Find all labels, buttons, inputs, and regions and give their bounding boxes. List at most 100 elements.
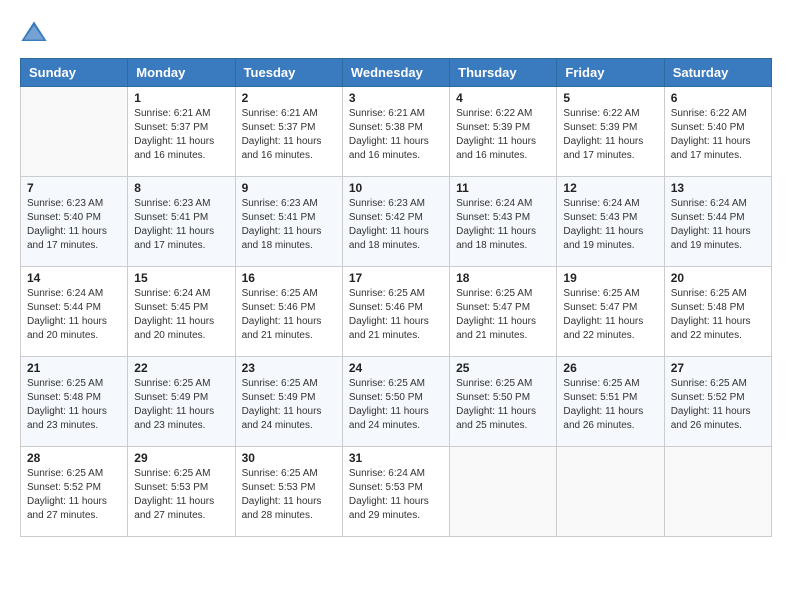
day-number: 9 <box>242 181 336 195</box>
day-info: Sunrise: 6:23 AMSunset: 5:41 PMDaylight:… <box>134 197 228 253</box>
calendar-cell: 31 Sunrise: 6:24 AMSunset: 5:53 PMDayligh… <box>342 447 449 537</box>
calendar-table: SundayMondayTuesdayWednesdayThursdayFrid… <box>20 58 772 537</box>
calendar-cell: 11Sunrise: 6:24 AMSunset: 5:43 PMDayligh… <box>450 177 557 267</box>
day-number: 13 <box>671 181 765 195</box>
calendar-cell: 6 Sunrise: 6:22 AMSunset: 5:40 PMDaylight… <box>664 87 771 177</box>
calendar-cell: 16Sunrise: 6:25 AMSunset: 5:46 PMDayligh… <box>235 267 342 357</box>
logo-icon <box>20 20 48 48</box>
day-number: 21 <box>27 361 121 375</box>
day-number: 24 <box>349 361 443 375</box>
calendar-week-row: 1 Sunrise: 6:21 AMSunset: 5:37 PMDaylight… <box>21 87 772 177</box>
day-info: Sunrise: 6:21 AMSunset: 5:37 PMDaylight:… <box>134 107 228 163</box>
weekday-header-tuesday: Tuesday <box>235 59 342 87</box>
day-number: 3 <box>349 91 443 105</box>
day-number: 19 <box>563 271 657 285</box>
calendar-cell: 22 Sunrise: 6:25 AMSunset: 5:49 PMDayligh… <box>128 357 235 447</box>
calendar-cell <box>21 87 128 177</box>
day-info: Sunrise: 6:23 AMSunset: 5:41 PMDaylight:… <box>242 197 336 253</box>
day-info: Sunrise: 6:24 AMSunset: 5:44 PMDaylight:… <box>27 287 121 343</box>
day-info: Sunrise: 6:22 AMSunset: 5:39 PMDaylight:… <box>456 107 550 163</box>
day-number: 31 <box>349 451 443 465</box>
day-info: Sunrise: 6:25 AMSunset: 5:53 PMDaylight:… <box>134 467 228 523</box>
day-info: Sunrise: 6:25 AMSunset: 5:52 PMDaylight:… <box>27 467 121 523</box>
day-number: 20 <box>671 271 765 285</box>
calendar-week-row: 7Sunrise: 6:23 AMSunset: 5:40 PMDaylight… <box>21 177 772 267</box>
day-number: 30 <box>242 451 336 465</box>
day-number: 17 <box>349 271 443 285</box>
calendar-cell: 27Sunrise: 6:25 AMSunset: 5:52 PMDayligh… <box>664 357 771 447</box>
day-number: 27 <box>671 361 765 375</box>
calendar-cell <box>664 447 771 537</box>
day-info: Sunrise: 6:24 AMSunset: 5:43 PMDaylight:… <box>563 197 657 253</box>
day-info: Sunrise: 6:22 AMSunset: 5:39 PMDaylight:… <box>563 107 657 163</box>
day-info: Sunrise: 6:25 AMSunset: 5:49 PMDaylight:… <box>242 377 336 433</box>
day-number: 26 <box>563 361 657 375</box>
day-number: 8 <box>134 181 228 195</box>
day-number: 2 <box>242 91 336 105</box>
day-number: 11 <box>456 181 550 195</box>
day-info: Sunrise: 6:21 AMSunset: 5:38 PMDaylight:… <box>349 107 443 163</box>
calendar-week-row: 21 Sunrise: 6:25 AMSunset: 5:48 PMDayligh… <box>21 357 772 447</box>
calendar-cell: 3 Sunrise: 6:21 AMSunset: 5:38 PMDaylight… <box>342 87 449 177</box>
calendar-cell: 14 Sunrise: 6:24 AMSunset: 5:44 PMDayligh… <box>21 267 128 357</box>
day-number: 29 <box>134 451 228 465</box>
day-number: 23 <box>242 361 336 375</box>
weekday-header-friday: Friday <box>557 59 664 87</box>
day-info: Sunrise: 6:25 AMSunset: 5:49 PMDaylight:… <box>134 377 228 433</box>
day-info: Sunrise: 6:23 AMSunset: 5:40 PMDaylight:… <box>27 197 121 253</box>
day-info: Sunrise: 6:24 AMSunset: 5:53 PMDaylight:… <box>349 467 443 523</box>
calendar-cell: 5 Sunrise: 6:22 AMSunset: 5:39 PMDaylight… <box>557 87 664 177</box>
day-number: 16 <box>242 271 336 285</box>
calendar-cell: 10 Sunrise: 6:23 AMSunset: 5:42 PMDayligh… <box>342 177 449 267</box>
calendar-cell: 12 Sunrise: 6:24 AMSunset: 5:43 PMDayligh… <box>557 177 664 267</box>
calendar-cell: 4Sunrise: 6:22 AMSunset: 5:39 PMDaylight… <box>450 87 557 177</box>
day-number: 10 <box>349 181 443 195</box>
calendar-cell: 13 Sunrise: 6:24 AMSunset: 5:44 PMDayligh… <box>664 177 771 267</box>
weekday-header-sunday: Sunday <box>21 59 128 87</box>
day-number: 25 <box>456 361 550 375</box>
calendar-cell <box>450 447 557 537</box>
calendar-cell: 18Sunrise: 6:25 AMSunset: 5:47 PMDayligh… <box>450 267 557 357</box>
calendar-cell <box>557 447 664 537</box>
calendar-week-row: 28 Sunrise: 6:25 AMSunset: 5:52 PMDayligh… <box>21 447 772 537</box>
day-info: Sunrise: 6:24 AMSunset: 5:44 PMDaylight:… <box>671 197 765 253</box>
calendar-cell: 7Sunrise: 6:23 AMSunset: 5:40 PMDaylight… <box>21 177 128 267</box>
calendar-cell: 1 Sunrise: 6:21 AMSunset: 5:37 PMDaylight… <box>128 87 235 177</box>
day-number: 22 <box>134 361 228 375</box>
calendar-cell: 2 Sunrise: 6:21 AMSunset: 5:37 PMDaylight… <box>235 87 342 177</box>
day-info: Sunrise: 6:25 AMSunset: 5:46 PMDaylight:… <box>349 287 443 343</box>
day-number: 6 <box>671 91 765 105</box>
day-info: Sunrise: 6:25 AMSunset: 5:50 PMDaylight:… <box>349 377 443 433</box>
day-number: 12 <box>563 181 657 195</box>
calendar-cell: 9 Sunrise: 6:23 AMSunset: 5:41 PMDaylight… <box>235 177 342 267</box>
day-info: Sunrise: 6:23 AMSunset: 5:42 PMDaylight:… <box>349 197 443 253</box>
calendar-cell: 17 Sunrise: 6:25 AMSunset: 5:46 PMDayligh… <box>342 267 449 357</box>
weekday-header-saturday: Saturday <box>664 59 771 87</box>
day-number: 28 <box>27 451 121 465</box>
calendar-cell: 20Sunrise: 6:25 AMSunset: 5:48 PMDayligh… <box>664 267 771 357</box>
day-number: 1 <box>134 91 228 105</box>
day-info: Sunrise: 6:25 AMSunset: 5:50 PMDaylight:… <box>456 377 550 433</box>
day-info: Sunrise: 6:25 AMSunset: 5:48 PMDaylight:… <box>27 377 121 433</box>
weekday-header-thursday: Thursday <box>450 59 557 87</box>
calendar-week-row: 14 Sunrise: 6:24 AMSunset: 5:44 PMDayligh… <box>21 267 772 357</box>
calendar-cell: 8 Sunrise: 6:23 AMSunset: 5:41 PMDaylight… <box>128 177 235 267</box>
day-info: Sunrise: 6:21 AMSunset: 5:37 PMDaylight:… <box>242 107 336 163</box>
calendar-cell: 15Sunrise: 6:24 AMSunset: 5:45 PMDayligh… <box>128 267 235 357</box>
day-info: Sunrise: 6:25 AMSunset: 5:53 PMDaylight:… <box>242 467 336 523</box>
day-info: Sunrise: 6:22 AMSunset: 5:40 PMDaylight:… <box>671 107 765 163</box>
calendar-cell: 24 Sunrise: 6:25 AMSunset: 5:50 PMDayligh… <box>342 357 449 447</box>
calendar-cell: 25 Sunrise: 6:25 AMSunset: 5:50 PMDayligh… <box>450 357 557 447</box>
weekday-header-monday: Monday <box>128 59 235 87</box>
day-info: Sunrise: 6:24 AMSunset: 5:45 PMDaylight:… <box>134 287 228 343</box>
day-info: Sunrise: 6:25 AMSunset: 5:47 PMDaylight:… <box>563 287 657 343</box>
calendar-cell: 23 Sunrise: 6:25 AMSunset: 5:49 PMDayligh… <box>235 357 342 447</box>
day-number: 14 <box>27 271 121 285</box>
day-number: 5 <box>563 91 657 105</box>
weekday-header-row: SundayMondayTuesdayWednesdayThursdayFrid… <box>21 59 772 87</box>
calendar-cell: 19 Sunrise: 6:25 AMSunset: 5:47 PMDayligh… <box>557 267 664 357</box>
calendar-cell: 28 Sunrise: 6:25 AMSunset: 5:52 PMDayligh… <box>21 447 128 537</box>
day-info: Sunrise: 6:25 AMSunset: 5:51 PMDaylight:… <box>563 377 657 433</box>
day-info: Sunrise: 6:25 AMSunset: 5:47 PMDaylight:… <box>456 287 550 343</box>
weekday-header-wednesday: Wednesday <box>342 59 449 87</box>
